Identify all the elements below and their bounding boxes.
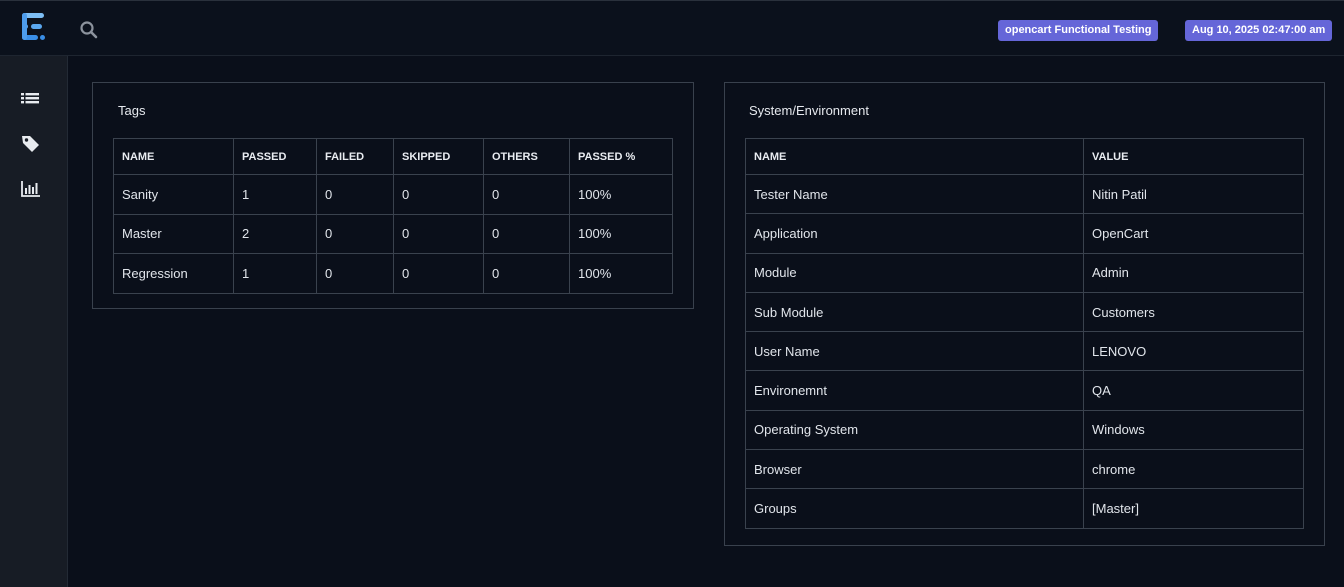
table-row: Regression 1 0 0 0 100%: [113, 253, 673, 294]
env-value-cell: [Master]: [1083, 488, 1304, 529]
skipped-cell: 0: [393, 253, 484, 294]
passed-cell: 2: [233, 213, 317, 254]
others-cell: 0: [483, 213, 570, 254]
table-row: Tester Name Nitin Patil: [745, 173, 1304, 215]
tag-icon[interactable]: [20, 133, 42, 155]
env-value-cell: Customers: [1083, 291, 1304, 333]
table-row: Environemnt QA: [745, 370, 1304, 411]
env-value-cell: LENOVO: [1083, 331, 1304, 372]
table-row: Browser chrome: [745, 449, 1304, 490]
env-value-cell: QA: [1083, 370, 1304, 411]
env-name-cell: Browser: [745, 449, 1084, 490]
failed-cell: 0: [316, 253, 394, 294]
table-header-row: NAME PASSED FAILED SKIPPED OTHERS PASSED…: [113, 138, 673, 175]
env-name-cell: Application: [745, 213, 1084, 254]
tags-title: Tags: [118, 103, 146, 118]
table-row: User Name LENOVO: [745, 331, 1304, 372]
skipped-cell: 0: [393, 213, 484, 254]
env-value-cell: OpenCart: [1083, 213, 1304, 254]
env-name-cell: User Name: [745, 331, 1084, 372]
env-value-cell: chrome: [1083, 449, 1304, 490]
column-header: NAME: [745, 138, 1084, 175]
date-badge: Aug 10, 2025 02:47:00 am: [1185, 20, 1333, 41]
tag-name-cell: Master: [113, 213, 234, 254]
env-name-cell: Environemnt: [745, 370, 1084, 411]
env-value-cell: Nitin Patil: [1083, 173, 1304, 215]
env-name-cell: Sub Module: [745, 291, 1084, 333]
table-row: Master 2 0 0 0 100%: [113, 213, 673, 254]
table-row: Sub Module Customers: [745, 291, 1304, 333]
column-header: PASSED: [233, 138, 317, 175]
others-cell: 0: [483, 253, 570, 294]
passed-percent-cell: 100%: [569, 174, 673, 215]
list-icon[interactable]: [20, 88, 42, 110]
bar-chart-icon[interactable]: [20, 178, 42, 200]
column-header: SKIPPED: [393, 138, 484, 175]
column-header: FAILED: [316, 138, 394, 175]
tags-table: NAME PASSED FAILED SKIPPED OTHERS PASSED…: [113, 138, 673, 294]
passed-percent-cell: 100%: [569, 253, 673, 294]
environment-table: NAME VALUE Tester Name Nitin Patil Appli…: [745, 138, 1304, 529]
column-header: VALUE: [1083, 138, 1304, 175]
tag-name-cell: Regression: [113, 253, 234, 294]
sidebar: [0, 56, 68, 587]
env-name-cell: Tester Name: [745, 173, 1084, 215]
tags-panel: Tags NAME PASSED FAILED SKIPPED OTHERS P…: [92, 82, 694, 309]
skipped-cell: 0: [393, 174, 484, 215]
environment-panel: System/Environment NAME VALUE Tester Nam…: [724, 82, 1325, 546]
app-logo-icon[interactable]: [20, 11, 48, 45]
column-header: OTHERS: [483, 138, 570, 175]
env-value-cell: Admin: [1083, 252, 1304, 293]
column-header: PASSED %: [569, 138, 673, 175]
table-row: Sanity 1 0 0 0 100%: [113, 174, 673, 215]
search-icon[interactable]: [79, 20, 99, 40]
failed-cell: 0: [316, 174, 394, 215]
table-header-row: NAME VALUE: [745, 138, 1304, 175]
passed-percent-cell: 100%: [569, 213, 673, 254]
failed-cell: 0: [316, 213, 394, 254]
passed-cell: 1: [233, 174, 317, 215]
env-value-cell: Windows: [1083, 409, 1304, 451]
table-row: Operating System Windows: [745, 409, 1304, 451]
env-name-cell: Operating System: [745, 409, 1084, 451]
table-row: Application OpenCart: [745, 213, 1304, 254]
env-name-cell: Module: [745, 252, 1084, 293]
environment-title: System/Environment: [749, 103, 869, 118]
env-name-cell: Groups: [745, 488, 1084, 529]
others-cell: 0: [483, 174, 570, 215]
column-header: NAME: [113, 138, 234, 175]
table-row: Module Admin: [745, 252, 1304, 293]
project-badge: opencart Functional Testing: [998, 20, 1159, 41]
top-navbar: opencart Functional Testing Aug 10, 2025…: [0, 0, 1344, 56]
table-row: Groups [Master]: [745, 488, 1304, 529]
tag-name-cell: Sanity: [113, 174, 234, 215]
passed-cell: 1: [233, 253, 317, 294]
